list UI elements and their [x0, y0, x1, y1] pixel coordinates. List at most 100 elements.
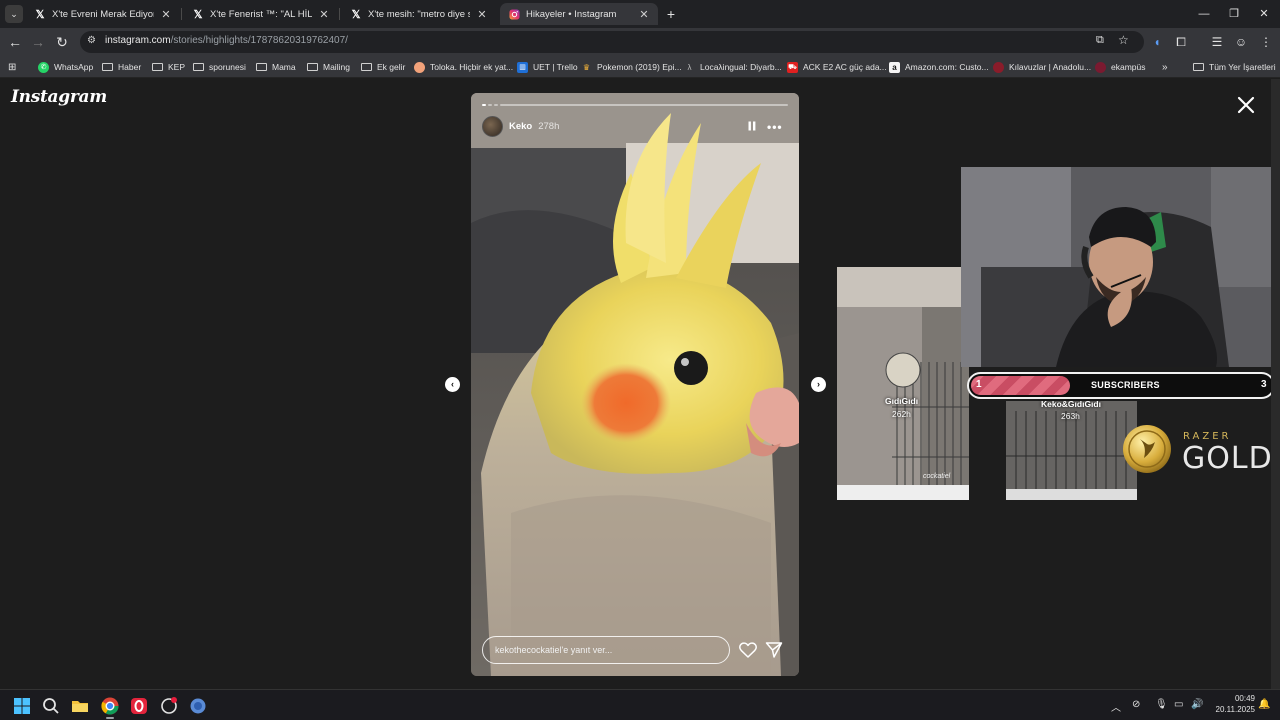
tab-divider — [181, 8, 182, 20]
all-bookmarks-folder[interactable]: Tüm Yer İşaretleri — [1193, 60, 1276, 74]
avatar[interactable] — [482, 115, 503, 137]
app-globe-icon[interactable] — [188, 696, 208, 716]
razer-gold-coin-icon — [1123, 425, 1171, 473]
volume-icon[interactable]: 🔊 — [1191, 699, 1203, 710]
url-text: instagram.com/stories/highlights/1787862… — [105, 35, 348, 46]
bookmark-kep[interactable]: KEP — [152, 60, 185, 74]
extensions-icon[interactable]: ⧠ — [1172, 33, 1190, 51]
streamer-webcam — [961, 167, 1280, 367]
next-story-preview[interactable]: GıdıGıdı 262h cockatiel — [837, 267, 969, 500]
tray-overflow-chevron-icon[interactable]: ︿ — [1111, 699, 1121, 714]
bookmark-ekampus[interactable]: ekampüs — [1095, 60, 1146, 74]
reply-input[interactable]: kekothecockatiel'e yanıt ver... — [482, 636, 730, 664]
windows-start-icon[interactable] — [12, 696, 32, 716]
tab-1[interactable]: 𝕏 X'te Evreni Merak Ediyoruz: "Ro ✕ — [26, 3, 180, 25]
progress-segment — [500, 104, 788, 106]
bookmarks-overflow-button[interactable]: » — [1162, 60, 1168, 74]
tab-4-close-icon[interactable]: ✕ — [638, 8, 650, 21]
forward-button[interactable]: → — [28, 32, 48, 52]
subscriber-goal-fill — [971, 376, 1070, 395]
search-icon[interactable] — [41, 696, 61, 716]
sponsor-product: GOLD — [1182, 441, 1273, 476]
bookmark-label: KEP — [168, 62, 186, 72]
bookmark-trello[interactable]: ▥ UET | Trello — [517, 60, 578, 74]
microphone-icon[interactable]: 🎙 — [1155, 699, 1168, 710]
folder-icon — [102, 62, 113, 73]
tab-3[interactable]: 𝕏 X'te mesih: "metro diye senin k ✕ — [342, 3, 496, 25]
next-story-button[interactable]: › — [811, 377, 826, 392]
install-app-icon[interactable]: ⧉ — [1096, 34, 1104, 47]
profile-avatar-icon[interactable]: ☺ — [1232, 33, 1250, 51]
close-window-button[interactable]: ✕ — [1249, 4, 1279, 24]
display-icon[interactable]: ▭ — [1174, 699, 1183, 710]
bookmark-sporunesi[interactable]: sporunesi — [193, 60, 246, 74]
reading-list-icon[interactable]: ☰ — [1208, 33, 1226, 51]
notification-bell-icon[interactable]: 🔔 — [1258, 699, 1270, 710]
browser-toolbar: ← → ↻ ⚙ instagram.com/stories/highlights… — [0, 28, 1280, 56]
subscriber-label: SUBSCRIBERS — [1091, 380, 1160, 390]
bookmark-label: Kılavuzlar | Anadolu... — [1009, 62, 1092, 72]
new-tab-button[interactable]: + — [663, 5, 679, 23]
bookmark-ek-gelir[interactable]: Ek gelir — [361, 60, 405, 74]
bookmark-haber[interactable]: Haber — [102, 60, 141, 74]
folder-icon — [193, 62, 204, 73]
address-bar[interactable]: ⚙ instagram.com/stories/highlights/17878… — [80, 31, 1144, 53]
app-notification-icon[interactable] — [159, 696, 179, 716]
close-stories-icon[interactable] — [1234, 93, 1258, 117]
pause-icon[interactable] — [747, 121, 757, 131]
tab-2-close-icon[interactable]: ✕ — [318, 8, 330, 21]
back-button[interactable]: ← — [5, 32, 25, 52]
tab-1-label: X'te Evreni Merak Ediyoruz: "Ro — [52, 8, 154, 20]
like-heart-icon[interactable] — [739, 642, 757, 658]
bookmark-star-icon[interactable]: ☆ — [1118, 33, 1129, 47]
reload-button[interactable]: ↻ — [52, 32, 72, 52]
file-explorer-icon[interactable] — [70, 696, 90, 716]
network-off-icon[interactable]: ⊘ — [1132, 699, 1140, 710]
folder-icon — [152, 62, 163, 73]
cage-photo — [837, 267, 969, 500]
tab-4-active[interactable]: Hikayeler • Instagram ✕ — [500, 3, 658, 25]
bookmark-anadolu[interactable]: Kılavuzlar | Anadolu... — [993, 60, 1091, 74]
restore-button[interactable]: ❐ — [1219, 4, 1249, 24]
tab-3-close-icon[interactable]: ✕ — [476, 8, 488, 21]
page-scrollbar[interactable] — [1271, 79, 1280, 689]
x-logo-icon: 𝕏 — [193, 8, 203, 21]
preview-2-name: Keko&GıdıGıdı — [1041, 399, 1101, 409]
story-username[interactable]: Keko — [509, 121, 532, 132]
instagram-logo[interactable]: Instagram — [11, 87, 107, 107]
chrome-icon[interactable] — [100, 696, 120, 716]
bookmark-amazon[interactable]: a Amazon.com: Custo... — [889, 60, 989, 74]
send-direct-icon[interactable] — [765, 641, 783, 659]
apps-grid-icon[interactable]: ⊞ — [8, 60, 16, 74]
tab-search-button[interactable]: ⌄ — [5, 5, 23, 23]
extension-puzzle-icon[interactable]: ◖ — [1148, 33, 1166, 51]
preview-time: 262h — [892, 409, 911, 419]
tab-2[interactable]: 𝕏 X'te Fenerist ™: "AL HİLAL'DEN ✕ — [184, 3, 338, 25]
clock-date: 20.11.2025 — [1215, 705, 1255, 714]
clock-time: 00:49 — [1234, 694, 1255, 703]
bookmark-toloka[interactable]: Toloka. Hiçbir ek yat... — [414, 60, 513, 74]
minimize-button[interactable]: — — [1189, 4, 1219, 24]
site-info-icon[interactable]: ⚙ — [87, 35, 96, 46]
story-viewer[interactable]: Keko 278h ••• kekothecockatiel'e yanıt v… — [471, 93, 799, 676]
bookmark-pokemon[interactable]: ♛ Pokemon (2019) Epi... — [581, 60, 682, 74]
bookmark-label: ACK E2 AC güç ada... — [803, 62, 887, 72]
tab-1-close-icon[interactable]: ✕ — [160, 8, 172, 21]
bookmark-mama[interactable]: Mama — [256, 60, 296, 74]
bookmark-mailing[interactable]: Mailing — [307, 60, 350, 74]
bookmark-ack[interactable]: ⛟ ACK E2 AC güç ada... — [787, 60, 887, 74]
story-progress-bar — [482, 104, 788, 106]
bookmark-label: Toloka. Hiçbir ek yat... — [430, 62, 514, 72]
bookmark-label: Ek gelir — [377, 62, 406, 72]
system-clock[interactable]: 00:49 20.11.2025 — [1207, 693, 1255, 715]
bookmark-localingual[interactable]: λ Locaλingual: Diyarb... — [684, 60, 782, 74]
previous-story-button[interactable]: ‹ — [445, 377, 460, 392]
opera-icon[interactable] — [129, 696, 149, 716]
menu-kebab-icon[interactable]: ⋮ — [1257, 33, 1275, 51]
more-options-icon[interactable]: ••• — [767, 120, 783, 134]
active-app-indicator — [106, 717, 114, 719]
bookmark-whatsapp[interactable]: ✆ WhatsApp — [38, 60, 93, 74]
cage-caption: cockatiel — [923, 473, 951, 480]
bookmark-label: WhatsApp — [54, 62, 94, 72]
bookmark-label: Haber — [118, 62, 142, 72]
